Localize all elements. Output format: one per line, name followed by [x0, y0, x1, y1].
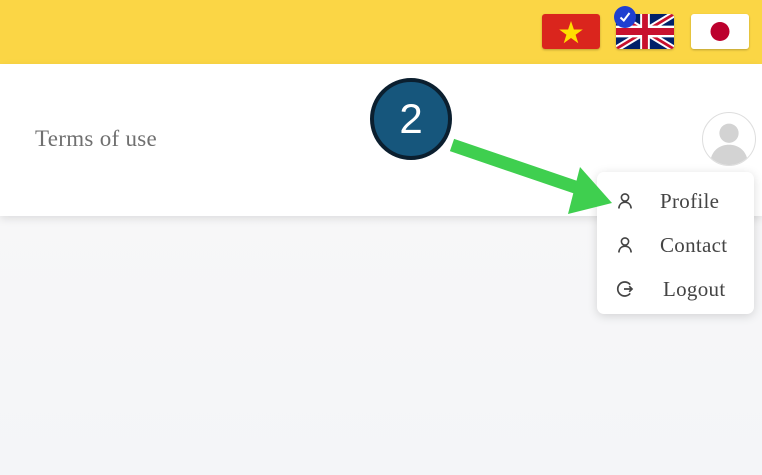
- logout-icon: [616, 281, 634, 297]
- language-option-japanese[interactable]: [691, 14, 749, 49]
- menu-item-contact[interactable]: Contact: [597, 226, 754, 264]
- language-option-vietnamese[interactable]: [542, 14, 600, 49]
- menu-item-logout[interactable]: Logout: [597, 270, 754, 308]
- menu-item-label: Logout: [663, 277, 726, 301]
- menu-item-profile[interactable]: Profile: [597, 182, 754, 220]
- menu-item-label: Contact: [660, 233, 728, 257]
- step-number-marker: 2: [370, 78, 452, 160]
- terms-of-use-link[interactable]: Terms of use: [35, 126, 157, 152]
- user-avatar-button[interactable]: [702, 112, 756, 166]
- top-bar: [0, 0, 762, 64]
- user-avatar-icon: [709, 123, 749, 165]
- user-dropdown-menu: Profile Contact Logout: [597, 172, 754, 314]
- checkmark-icon: [619, 12, 631, 22]
- vietnam-flag-icon: [542, 14, 600, 49]
- person-icon: [618, 237, 632, 253]
- person-icon: [618, 193, 632, 209]
- menu-item-label: Profile: [660, 189, 720, 213]
- selected-language-badge: [614, 6, 636, 28]
- japan-flag-icon: [691, 14, 749, 49]
